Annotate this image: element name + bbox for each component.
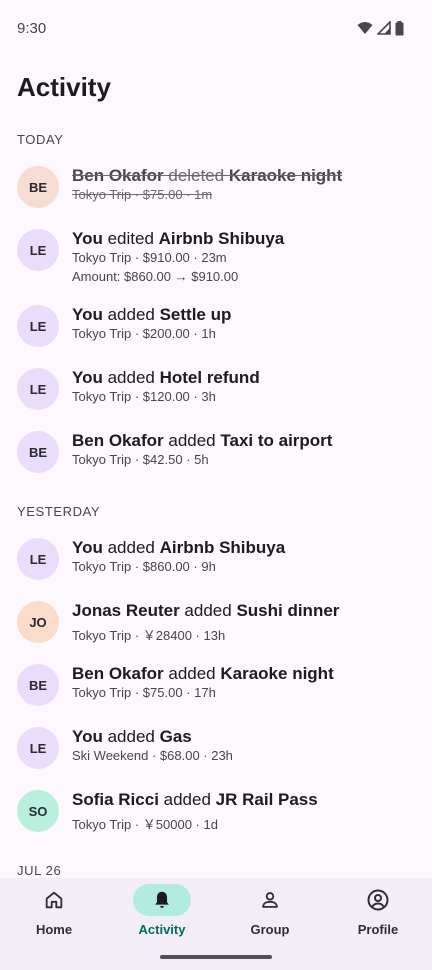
nav-pill xyxy=(25,884,83,916)
activity-target: Karaoke night xyxy=(220,664,334,683)
avatar: LE xyxy=(17,368,59,410)
activity-actor: You xyxy=(72,538,103,557)
activity-verb: added xyxy=(102,538,160,557)
activity-verb: edited xyxy=(102,229,159,248)
activity-title: You added Gas xyxy=(72,727,192,747)
activity-target: Hotel refund xyxy=(159,368,260,387)
bell-icon xyxy=(155,891,169,908)
activity-actor: Sofia Ricci xyxy=(72,790,159,809)
activity-subtitle: Tokyo Trip · $75.00 · 17h xyxy=(72,685,216,700)
activity-subtitle: Tokyo Trip · $910.00 · 23m xyxy=(72,250,227,265)
nav-label: Profile xyxy=(357,922,399,937)
person-icon xyxy=(262,892,278,908)
section-header-jul-26: JUL 26 xyxy=(17,863,62,878)
activity-target: Gas xyxy=(159,727,192,746)
avatar: LE xyxy=(17,538,59,580)
avatar: LE xyxy=(17,727,59,769)
activity-target: Sushi dinner xyxy=(236,601,340,620)
activity-verb: added xyxy=(102,727,160,746)
activity-subtitle: Ski Weekend · $68.00 · 23h xyxy=(72,748,233,763)
activity-subtitle: Tokyo Trip · ￥50000 · 1d xyxy=(72,817,218,832)
activity-verb: deleted xyxy=(163,166,229,185)
activity-target: Taxi to airport xyxy=(220,431,333,450)
activity-verb: added xyxy=(163,431,221,450)
activity-title: Ben Okafor added Karaoke night xyxy=(72,664,334,684)
activity-subtitle: Tokyo Trip · ￥28400 · 13h xyxy=(72,628,226,643)
account-circle-icon xyxy=(367,889,389,911)
activity-target: JR Rail Pass xyxy=(215,790,318,809)
home-icon xyxy=(45,891,63,909)
activity-title: Jonas Reuter added Sushi dinner xyxy=(72,601,339,621)
avatar: BE xyxy=(17,664,59,706)
activity-target: Settle up xyxy=(159,305,232,324)
section-header-today: TODAY xyxy=(17,132,64,147)
status-icons xyxy=(357,20,404,36)
activity-title: You edited Airbnb Shibuya xyxy=(72,229,284,249)
activity-actor: Jonas Reuter xyxy=(72,601,180,620)
activity-title: Ben Okafor deleted Karaoke night xyxy=(72,166,342,186)
avatar: JO xyxy=(17,601,59,643)
activity-verb: added xyxy=(179,601,237,620)
signal-icon xyxy=(377,21,391,35)
nav-item-home[interactable]: Home xyxy=(0,878,108,948)
activity-subtitle: Tokyo Trip · $42.50 · 5h xyxy=(72,452,209,467)
activity-title: You added Airbnb Shibuya xyxy=(72,538,285,558)
nav-label: Group xyxy=(250,922,290,937)
nav-pill xyxy=(241,884,299,916)
activity-verb: added xyxy=(102,368,160,387)
activity-verb: added xyxy=(163,664,221,683)
avatar: BE xyxy=(17,431,59,473)
activity-actor: Ben Okafor xyxy=(72,431,164,450)
avatar: LE xyxy=(17,305,59,347)
activity-verb: added xyxy=(102,305,160,324)
activity-subtitle: Tokyo Trip · $120.00 · 3h xyxy=(72,389,216,404)
activity-title: You added Hotel refund xyxy=(72,368,260,388)
activity-actor: You xyxy=(72,727,103,746)
activity-change-detail: Amount: $860.00 → $910.00 xyxy=(72,269,239,284)
status-bar: 9:30 xyxy=(0,0,432,56)
activity-target: Airbnb Shibuya xyxy=(158,229,285,248)
wifi-icon xyxy=(357,22,373,34)
avatar: LE xyxy=(17,229,59,271)
nav-item-profile[interactable]: Profile xyxy=(324,878,432,948)
activity-title: You added Settle up xyxy=(72,305,231,325)
avatar: SO xyxy=(17,790,59,832)
activity-subtitle: Tokyo Trip · $75.00 · 1m xyxy=(72,187,213,202)
home-indicator xyxy=(160,955,272,959)
nav-pill xyxy=(349,884,407,916)
activity-actor: You xyxy=(72,368,103,387)
nav-pill-active xyxy=(133,884,191,916)
activity-target: Airbnb Shibuya xyxy=(159,538,286,557)
activity-actor: Ben Okafor xyxy=(72,166,164,185)
activity-subtitle: Tokyo Trip · $200.00 · 1h xyxy=(72,326,216,341)
avatar: BE xyxy=(17,166,59,208)
nav-item-activity[interactable]: Activity xyxy=(108,878,216,948)
battery-icon xyxy=(395,20,404,35)
activity-verb: added xyxy=(158,790,216,809)
section-header-yesterday: YESTERDAY xyxy=(17,504,101,519)
activity-actor: You xyxy=(72,305,103,324)
activity-subtitle: Tokyo Trip · $860.00 · 9h xyxy=(72,559,216,574)
activity-target: Karaoke night xyxy=(228,166,343,185)
activity-actor: You xyxy=(72,229,103,248)
activity-title: Ben Okafor added Taxi to airport xyxy=(72,431,332,451)
nav-label: Activity xyxy=(138,922,186,937)
status-time: 9:30 xyxy=(17,19,47,37)
activity-title: Sofia Ricci added JR Rail Pass xyxy=(72,790,318,810)
nav-label: Home xyxy=(35,922,73,937)
page-title: Activity xyxy=(17,72,111,102)
nav-item-group[interactable]: Group xyxy=(216,878,324,948)
activity-actor: Ben Okafor xyxy=(72,664,164,683)
